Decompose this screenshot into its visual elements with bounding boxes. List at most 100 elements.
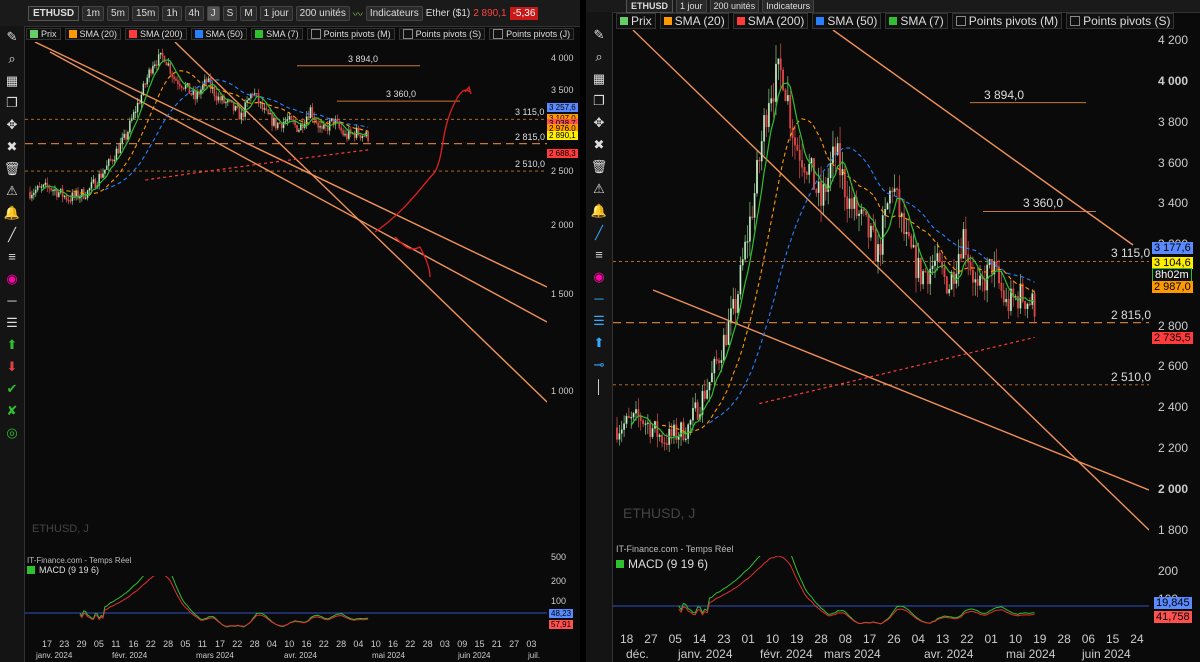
units-selector[interactable]: 200 unités	[295, 5, 350, 21]
legend-pivot-s[interactable]: Points pivots (S)	[398, 28, 486, 40]
legend-sma7[interactable]: SMA (7)	[885, 13, 948, 29]
interval-15m[interactable]: 15m	[131, 5, 160, 21]
ruler-icon[interactable]: ▦	[589, 68, 609, 90]
indicators-button[interactable]: Indicateurs	[365, 5, 423, 21]
right-units-selector[interactable]: 200 unités	[709, 0, 760, 13]
node-icon[interactable]: ⊸	[589, 354, 609, 376]
left-price-chart[interactable]	[25, 42, 547, 558]
interval-s[interactable]: S	[222, 5, 238, 21]
legend-sma200[interactable]: SMA (200)	[732, 13, 809, 29]
symbol-selector[interactable]: ETHUSD	[28, 5, 80, 21]
interval-5m[interactable]: 5m	[107, 5, 129, 21]
legend-sma20[interactable]: SMA (20)	[659, 13, 729, 29]
legend-sma7[interactable]: SMA (7)	[251, 28, 303, 40]
interval-4h[interactable]: 4h	[184, 5, 204, 21]
right-macd-chart[interactable]	[613, 556, 1149, 630]
time-axis-day: 28	[1057, 632, 1071, 646]
legend-sma50[interactable]: SMA (50)	[812, 13, 882, 29]
right-indicators-button[interactable]: Indicateurs	[762, 0, 815, 13]
candle-body	[323, 124, 325, 129]
right-period-selector[interactable]: 1 jour	[676, 0, 707, 13]
candle-body	[242, 112, 244, 117]
candle-body	[767, 102, 770, 128]
annotation-arrow-up[interactable]	[374, 89, 471, 233]
trend-channel-line[interactable]	[652, 289, 1149, 491]
pencil-icon[interactable]: ✎	[589, 24, 609, 46]
macd-tag: 48,23	[549, 609, 574, 618]
move-icon[interactable]: ✥	[589, 112, 609, 134]
trash-icon[interactable]: 🗑	[2, 158, 22, 180]
candle-body	[340, 127, 342, 131]
candle-body	[84, 197, 87, 199]
legend-pivot-s[interactable]: Points pivots (S)	[1066, 13, 1175, 29]
legend-pivot-m[interactable]: Points pivots (M)	[306, 28, 395, 40]
color-icon[interactable]: ◉	[2, 268, 22, 290]
copy-icon[interactable]: ❐	[2, 92, 22, 114]
cross-icon[interactable]: ✘	[2, 400, 22, 422]
trend-channel-line[interactable]	[174, 42, 547, 403]
right-price-chart[interactable]	[613, 30, 1149, 550]
left-macd-chart[interactable]	[25, 576, 547, 634]
candle-body	[784, 89, 787, 102]
legend-pivot-m[interactable]: Points pivots (M)	[951, 13, 1063, 29]
candle-body	[703, 390, 706, 399]
hline-tool-icon[interactable]: ─	[589, 288, 609, 310]
right-symbol-selector[interactable]: ETHUSD	[626, 0, 674, 13]
legend-prix[interactable]: Prix	[616, 13, 656, 29]
vline-tool-icon[interactable]: │	[589, 376, 609, 398]
candle-body	[298, 129, 300, 132]
tools-icon[interactable]: ✖	[589, 134, 609, 156]
channel-tool-icon[interactable]: ≡	[2, 246, 22, 268]
line-tool-icon[interactable]: ╱	[589, 222, 609, 244]
price-axis-label: 2 000	[1158, 481, 1189, 496]
target-icon[interactable]: ◎	[2, 422, 22, 444]
price-axis-label: 1 000	[551, 385, 574, 396]
interval-1m[interactable]: 1m	[82, 5, 105, 21]
alert-icon[interactable]: ⚠	[589, 178, 609, 200]
fib-tool-icon[interactable]: ☰	[2, 312, 22, 334]
trend-channel-line[interactable]	[49, 51, 547, 323]
up-arrow-icon[interactable]: ⬆	[2, 334, 22, 356]
time-axis-day: 17	[863, 632, 877, 646]
time-axis-month: janv. 2024	[678, 647, 733, 661]
candle-body	[813, 158, 815, 190]
time-axis-month: mai 2024	[1006, 647, 1056, 661]
up-arrow-icon[interactable]: ⬆	[589, 332, 609, 354]
trash-icon[interactable]: 🗑	[589, 156, 609, 178]
legend-sma200[interactable]: SMA (200)	[125, 28, 187, 40]
period-selector[interactable]: 1 jour	[259, 5, 293, 21]
fib-tool-icon[interactable]: ☰	[589, 310, 609, 332]
tools-icon[interactable]: ✖	[2, 136, 22, 158]
pivot-label: 3 360,0	[1023, 196, 1064, 211]
alert-icon[interactable]: ⚠	[2, 180, 22, 202]
trend-channel-line[interactable]	[832, 30, 1134, 246]
color-icon[interactable]: ◉	[589, 266, 609, 288]
ruler-icon[interactable]: ▦	[2, 70, 22, 92]
bell-icon[interactable]: 🔔	[2, 202, 22, 224]
interval-j[interactable]: J	[206, 5, 220, 21]
bell-icon[interactable]: 🔔	[589, 200, 609, 222]
legend-pivot-j[interactable]: Points pivots (J)	[489, 28, 575, 40]
hline-tool-icon[interactable]: ─	[2, 290, 22, 312]
move-icon[interactable]: ✥	[2, 114, 22, 136]
search-icon[interactable]: ⌕	[589, 46, 609, 68]
trend-channel-line[interactable]	[34, 42, 547, 288]
candle-body	[979, 275, 981, 286]
legend-sma20[interactable]: SMA (20)	[64, 28, 122, 40]
line-tool-icon[interactable]: ╱	[2, 224, 22, 246]
legend-prix[interactable]: Prix	[26, 28, 61, 40]
legend-sma50[interactable]: SMA (50)	[190, 28, 248, 40]
pencil-icon[interactable]: ✎	[2, 26, 22, 48]
check-icon[interactable]: ✔	[2, 378, 22, 400]
interval-m[interactable]: M	[240, 5, 257, 21]
copy-icon[interactable]: ❐	[589, 90, 609, 112]
search-icon[interactable]: ⌕	[2, 48, 22, 70]
candle-body	[696, 402, 699, 420]
channel-tool-icon[interactable]: ≡	[589, 244, 609, 266]
time-axis-day: 28	[814, 632, 828, 646]
candle-body	[891, 190, 894, 193]
down-arrow-icon[interactable]: ⬇	[2, 356, 22, 378]
time-axis-month: juin 2024	[1082, 647, 1131, 661]
trend-channel-line[interactable]	[632, 30, 1149, 531]
interval-1h[interactable]: 1h	[162, 5, 182, 21]
